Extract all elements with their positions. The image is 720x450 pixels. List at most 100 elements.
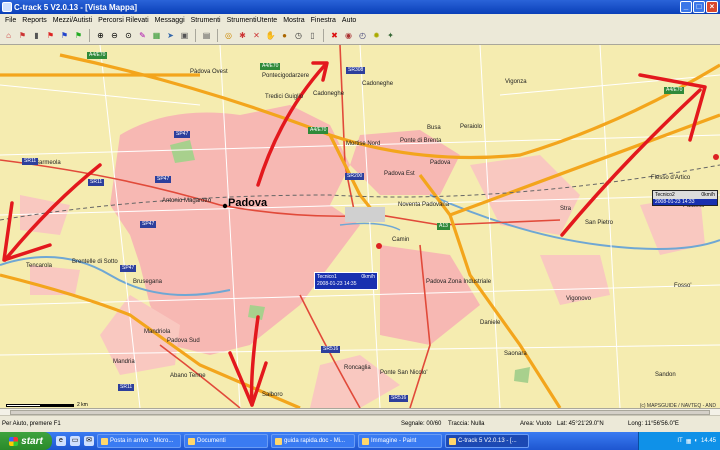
menu-percorsi-rilevati[interactable]: Percorsi Rilevati (95, 17, 152, 24)
town-label: Abano Terme (170, 373, 206, 379)
map-view[interactable]: Padova Pàdova Ovest Pontecigodarzere Tre… (0, 45, 720, 408)
town-label: Antonio Magarotto (162, 198, 212, 204)
menu-reports[interactable]: Reports (19, 17, 50, 24)
town-label: Busa (427, 125, 441, 131)
document-icon[interactable]: ▯ (306, 29, 319, 42)
vehicle-tag-tecnico2[interactable]: Tecnico2 0km/h 2008-01-23 14:33 (652, 190, 718, 206)
town-label: Ponte San Nicolo' (380, 370, 428, 376)
settings-icon[interactable]: ✹ (370, 29, 383, 42)
town-label: San Pietro (585, 220, 614, 226)
road-shield: SP47 (120, 265, 137, 272)
flag-red-icon[interactable]: ⚑ (44, 29, 57, 42)
task-paint[interactable]: Immagine - Paint (358, 434, 442, 448)
menu-mostra[interactable]: Mostra (280, 17, 307, 24)
quicklaunch-desktop-icon[interactable]: ▭ (70, 436, 80, 446)
stop-icon[interactable]: ✕ (250, 29, 263, 42)
town-label: Brentelle di Sotto (72, 259, 118, 265)
horizontal-scrollbar[interactable] (0, 409, 720, 416)
point-icon[interactable]: ● (278, 29, 291, 42)
quicklaunch-outlook-icon[interactable]: ✉ (84, 436, 94, 446)
task-word[interactable]: guida rapida.doc - Mi... (271, 434, 355, 448)
status-long: Long: 11°56'56.0"E (628, 421, 679, 427)
road-shield: A4/E70 (664, 87, 685, 94)
city-label: Padova (228, 197, 268, 209)
network-icon[interactable]: ▦ (686, 438, 692, 445)
clock-gear-icon[interactable]: ◴ (356, 29, 369, 42)
minimize-button[interactable]: _ (680, 1, 692, 13)
vehicle-speed: 0km/h (701, 192, 715, 198)
road-shield: A13 (437, 223, 450, 230)
flag-blue-icon[interactable]: ⚑ (58, 29, 71, 42)
zoom-out-icon[interactable]: ⊖ (108, 29, 121, 42)
ctrack-icon (449, 437, 456, 445)
menu-strumenti-utente[interactable]: StrumentiUtente (224, 17, 281, 24)
menu-finestra[interactable]: Finestra (308, 17, 339, 24)
task-ctrack[interactable]: C-track 5 V2.0.13 - [... (445, 434, 529, 448)
title-bar[interactable]: C-track 5 V2.0.13 - [Vista Mappa] _ □ × (0, 0, 720, 14)
map-icon[interactable]: ▦ (150, 29, 163, 42)
town-label: Pontecigodarzere (262, 73, 310, 79)
task-outlook[interactable]: Posta in arrivo - Micro... (97, 434, 181, 448)
town-label: Fiesso d'Artico (651, 175, 691, 181)
road-shield: SR11 (22, 158, 39, 165)
status-signals: Segnale: 00/60 (401, 421, 442, 427)
hand-icon[interactable]: ✋ (264, 29, 277, 42)
menu-file[interactable]: File (2, 17, 19, 24)
zoom-area-icon[interactable]: ⊙ (122, 29, 135, 42)
menu-mezzi-autisti[interactable]: Mezzi/Autisti (50, 17, 95, 24)
close-button[interactable]: × (706, 1, 718, 13)
task-label: guida rapida.doc - Mi... (284, 438, 346, 444)
town-label: Salboro (262, 392, 283, 398)
vehicle-name: Tecnico1 (317, 274, 337, 280)
zoom-in-icon[interactable]: ⊕ (94, 29, 107, 42)
quicklaunch-ie-icon[interactable]: e (56, 436, 66, 446)
navigation-icon[interactable]: ✦ (384, 29, 397, 42)
target-icon[interactable]: ◎ (222, 29, 235, 42)
town-label: Vigonza (505, 79, 527, 85)
maximize-button[interactable]: □ (693, 1, 705, 13)
road-shield: SR200 (345, 173, 365, 180)
town-label: Fosso' (674, 283, 692, 289)
scrollbar-thumb[interactable] (10, 410, 710, 415)
town-label: Padova Zona Industriale (426, 279, 492, 285)
route-icon[interactable]: ➤ (164, 29, 177, 42)
town-label: Padova (430, 160, 451, 166)
arrow-northeast-head (638, 73, 707, 142)
circle-icon[interactable]: ◉ (342, 29, 355, 42)
clock-icon[interactable]: ◷ (292, 29, 305, 42)
vehicle-time: 2008-01-23 14:35 (315, 281, 377, 287)
road-shield: A4/E70 (260, 63, 281, 70)
task-label: Documenti (197, 438, 226, 444)
grid-icon[interactable]: ▤ (200, 29, 213, 42)
town-label: Ponte di Brenta (400, 138, 442, 144)
language-indicator[interactable]: IT (677, 438, 682, 444)
globe-icon[interactable]: ✱ (236, 29, 249, 42)
map-canvas (0, 45, 720, 408)
airport (345, 207, 385, 222)
town-label: Padova Est (384, 171, 415, 177)
task-documenti[interactable]: Documenti (184, 434, 268, 448)
road-shield: A4/E70 (87, 52, 108, 59)
task-label: C-track 5 V2.0.13 - [... (458, 438, 517, 444)
flag-icon[interactable]: ⚑ (16, 29, 29, 42)
volume-icon[interactable]: ◐ (694, 438, 698, 444)
town-label: Camin (392, 237, 410, 243)
trash-icon[interactable]: ▮ (30, 29, 43, 42)
padova-center-dot (222, 203, 228, 209)
pen-icon[interactable]: ✎ (136, 29, 149, 42)
bus-icon[interactable]: ▣ (178, 29, 191, 42)
vehicle-tag-tecnico1[interactable]: Tecnico1 0km/h 2008-01-23 14:35 (314, 272, 378, 290)
task-label: Immagine - Paint (371, 438, 417, 444)
folder-icon (188, 437, 195, 445)
start-button[interactable]: start (0, 432, 52, 450)
paint-icon (362, 437, 369, 445)
flag-green-icon[interactable]: ⚑ (72, 29, 85, 42)
close-red-icon[interactable]: ✖ (328, 29, 341, 42)
menu-messaggi[interactable]: Messaggi (152, 17, 188, 24)
town-label: Mortise Nord (346, 141, 381, 147)
clock[interactable]: 14.45 (701, 438, 716, 444)
home-icon[interactable]: ⌂ (2, 29, 15, 42)
town-label: Vigonovo (566, 296, 591, 302)
menu-strumenti[interactable]: Strumenti (188, 17, 224, 24)
menu-auto[interactable]: Auto (339, 17, 359, 24)
